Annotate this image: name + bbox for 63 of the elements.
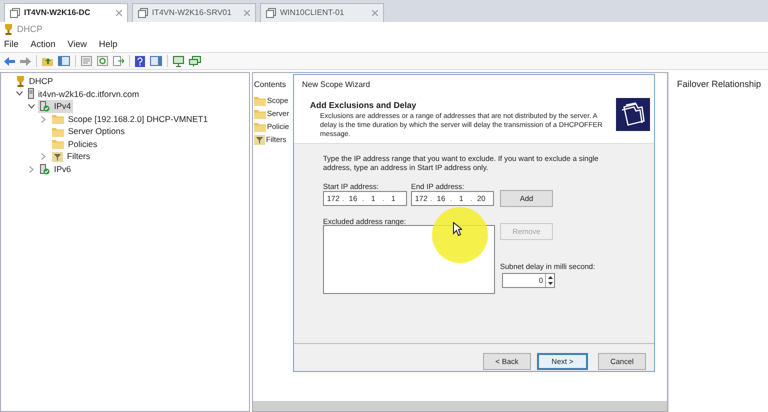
expanded-chevron-icon[interactable] xyxy=(16,91,22,96)
tree-item[interactable]: Filters xyxy=(50,150,92,164)
folder-icon xyxy=(52,126,64,137)
menu-item[interactable]: Help xyxy=(98,38,118,52)
folder-icon xyxy=(254,108,266,118)
tree-item[interactable]: it4vn-w2k16-dc.itforvn.com xyxy=(26,88,142,100)
tree-item[interactable]: Scope [192.168.2.0] DHCP-VMNET1 xyxy=(50,112,210,126)
server-icon xyxy=(28,88,34,100)
collapsed-chevron-icon[interactable] xyxy=(40,153,46,160)
network-icon xyxy=(40,100,50,112)
up-arrow-icon[interactable] xyxy=(548,276,552,279)
folder-icon xyxy=(254,96,266,106)
tree-item[interactable]: Server Options xyxy=(50,125,127,138)
close-icon[interactable] xyxy=(116,10,122,16)
collapsed-chevron-icon[interactable] xyxy=(40,116,46,123)
tree-item[interactable]: IPv6 xyxy=(38,163,74,176)
console-tree-icon[interactable] xyxy=(58,56,70,66)
folder-up-icon[interactable] xyxy=(42,56,53,66)
tab[interactable]: IT4VN-W2K16-SRV01 xyxy=(132,3,256,22)
help-icon[interactable] xyxy=(135,56,145,66)
window-icon xyxy=(10,8,20,18)
action-pane-icon[interactable] xyxy=(150,56,162,66)
window-icon xyxy=(138,8,148,18)
tab[interactable]: WIN10CLIENT-01 xyxy=(260,3,384,22)
back-arrow-icon[interactable] xyxy=(4,56,15,66)
window-icon xyxy=(266,8,276,18)
tab-label: IT4VN-W2K16-SRV01 xyxy=(152,7,232,19)
folder-icon xyxy=(254,122,266,132)
export-icon[interactable] xyxy=(113,56,124,66)
filter-icon xyxy=(254,134,265,144)
trophy-icon xyxy=(16,76,25,87)
tab-label: IT4VN-W2K16-DC xyxy=(24,7,92,19)
menu-item[interactable]: Action xyxy=(30,38,56,52)
menu-item[interactable]: File xyxy=(4,38,19,52)
tab[interactable]: IT4VN-W2K16-DC xyxy=(4,3,128,22)
menu-item[interactable]: View xyxy=(68,38,87,52)
tree-item[interactable]: Policies xyxy=(50,138,100,151)
folder-icon xyxy=(52,114,64,124)
folders-icon xyxy=(616,98,650,131)
network-icon xyxy=(40,164,50,175)
filter-icon xyxy=(52,152,63,162)
wizard-heading: Add Exclusions and Delay xyxy=(310,99,418,112)
horizontal-scrollbar[interactable] xyxy=(253,401,667,411)
tree-item[interactable]: IPv4 xyxy=(38,100,74,113)
down-arrow-icon[interactable] xyxy=(548,282,552,286)
mouse-cursor-icon xyxy=(453,222,462,236)
close-icon[interactable] xyxy=(372,10,378,16)
properties-icon[interactable] xyxy=(81,56,92,66)
folder-icon xyxy=(52,139,64,150)
tab-label: WIN10CLIENT-01 xyxy=(280,7,346,19)
column-header: Failover Relationship xyxy=(677,78,762,91)
forward-arrow-icon[interactable] xyxy=(20,56,31,66)
tree-item[interactable]: DHCP xyxy=(14,74,56,88)
refresh-icon[interactable] xyxy=(97,56,108,66)
expanded-chevron-icon[interactable] xyxy=(28,104,34,109)
dialog-title: New Scope Wizard xyxy=(302,79,372,91)
close-icon[interactable] xyxy=(244,10,250,16)
trophy-icon xyxy=(4,24,13,35)
window-title: DHCP xyxy=(17,22,43,36)
collapsed-chevron-icon[interactable] xyxy=(28,166,34,173)
monitors-icon[interactable] xyxy=(189,56,201,66)
monitor-icon[interactable] xyxy=(173,56,184,66)
column-header: Contents xyxy=(254,79,286,91)
